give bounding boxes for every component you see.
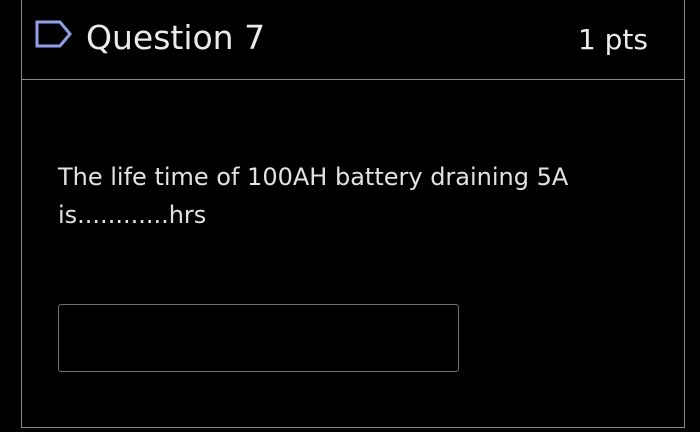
question-text: The life time of 100AH battery draining … <box>58 163 569 229</box>
question-header: Question 7 1 pts <box>22 0 684 80</box>
answer-input[interactable] <box>58 304 459 372</box>
question-points: 1 pts <box>577 23 648 56</box>
question-title: Question 7 <box>86 18 266 57</box>
flag-question-icon[interactable] <box>34 19 74 49</box>
question-card: Question 7 1 pts The life time of 100AH … <box>21 0 685 428</box>
